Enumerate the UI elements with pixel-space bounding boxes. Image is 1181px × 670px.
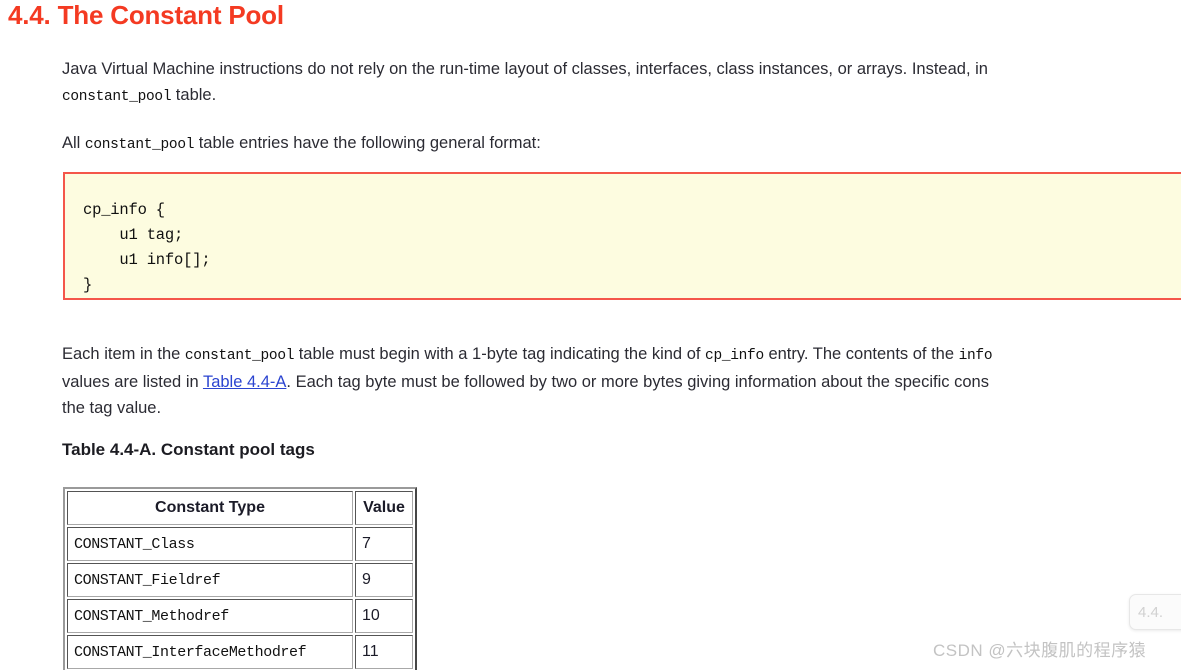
cell-value: 10 [355,599,413,633]
each-item-paragraph: Each item in the constant_pool table mus… [62,341,1181,421]
each-item-l2-b: . Each tag byte must be followed by two … [286,373,989,391]
format-intro-pre: All [62,134,85,152]
table-header-row: Constant Type Value [67,491,413,525]
each-item-l1-a: Each item in the [62,345,185,363]
cell-constant-type: CONSTANT_InterfaceMethodref [67,635,353,669]
each-item-line-1: Each item in the constant_pool table mus… [62,341,1181,369]
cell-value: 9 [355,563,413,597]
document-page: 4.4. The Constant Pool Java Virtual Mach… [0,0,1181,670]
each-item-l2-a: values are listed in [62,373,203,391]
code-block-content: cp_info { u1 tag; u1 info[]; } [83,201,211,294]
inline-code-constant-pool: constant_pool [84,137,195,153]
table-caption: Table 4.4-A. Constant pool tags [62,440,315,459]
table-row: CONSTANT_Class 7 [67,527,413,561]
each-item-line-3: the tag value. [62,399,162,417]
format-intro-paragraph: All constant_pool table entries have the… [62,130,1181,158]
floating-section-indicator[interactable]: 4.4. [1129,594,1181,630]
each-item-line-2: values are listed in Table 4.4-A. Each t… [62,369,1181,395]
code-block: cp_info { u1 tag; u1 info[]; } [63,172,1181,300]
inline-code-info: info [958,348,993,364]
cell-constant-type: CONSTANT_Fieldref [67,563,353,597]
intro-line-2-rest: table. [171,86,217,104]
format-intro-line: All constant_pool table entries have the… [62,130,1181,158]
column-header-value: Value [355,491,413,525]
format-intro-post: table entries have the following general… [194,134,541,152]
csdn-watermark: CSDN @六块腹肌的程序猿 [933,641,1147,660]
constant-pool-tags-table: Constant Type Value CONSTANT_Class 7 CON… [63,487,417,670]
cell-constant-type: CONSTANT_Class [67,527,353,561]
inline-code-constant-pool: constant_pool [184,348,295,364]
column-header-constant-type: Constant Type [67,491,353,525]
table-row: CONSTANT_Methodref 10 [67,599,413,633]
inline-code-constant-pool: constant_pool [62,89,172,105]
intro-line-1: Java Virtual Machine instructions do not… [62,60,988,78]
each-item-l1-b: table must begin with a 1-byte tag indic… [294,345,706,363]
table-4-4-a-link[interactable]: Table 4.4-A [203,373,286,391]
each-item-l1-c: entry. The contents of the [763,345,959,363]
cell-constant-type: CONSTANT_Methodref [67,599,353,633]
inline-code-cp-info: cp_info [705,348,764,364]
table-row: CONSTANT_InterfaceMethodref 11 [67,635,413,669]
cell-value: 7 [355,527,413,561]
page-title: 4.4. The Constant Pool [8,0,284,30]
intro-line-2: constant_pool table. [62,82,1181,110]
intro-paragraph: Java Virtual Machine instructions do not… [62,56,1181,110]
table-row: CONSTANT_Fieldref 9 [67,563,413,597]
cell-value: 11 [355,635,413,669]
